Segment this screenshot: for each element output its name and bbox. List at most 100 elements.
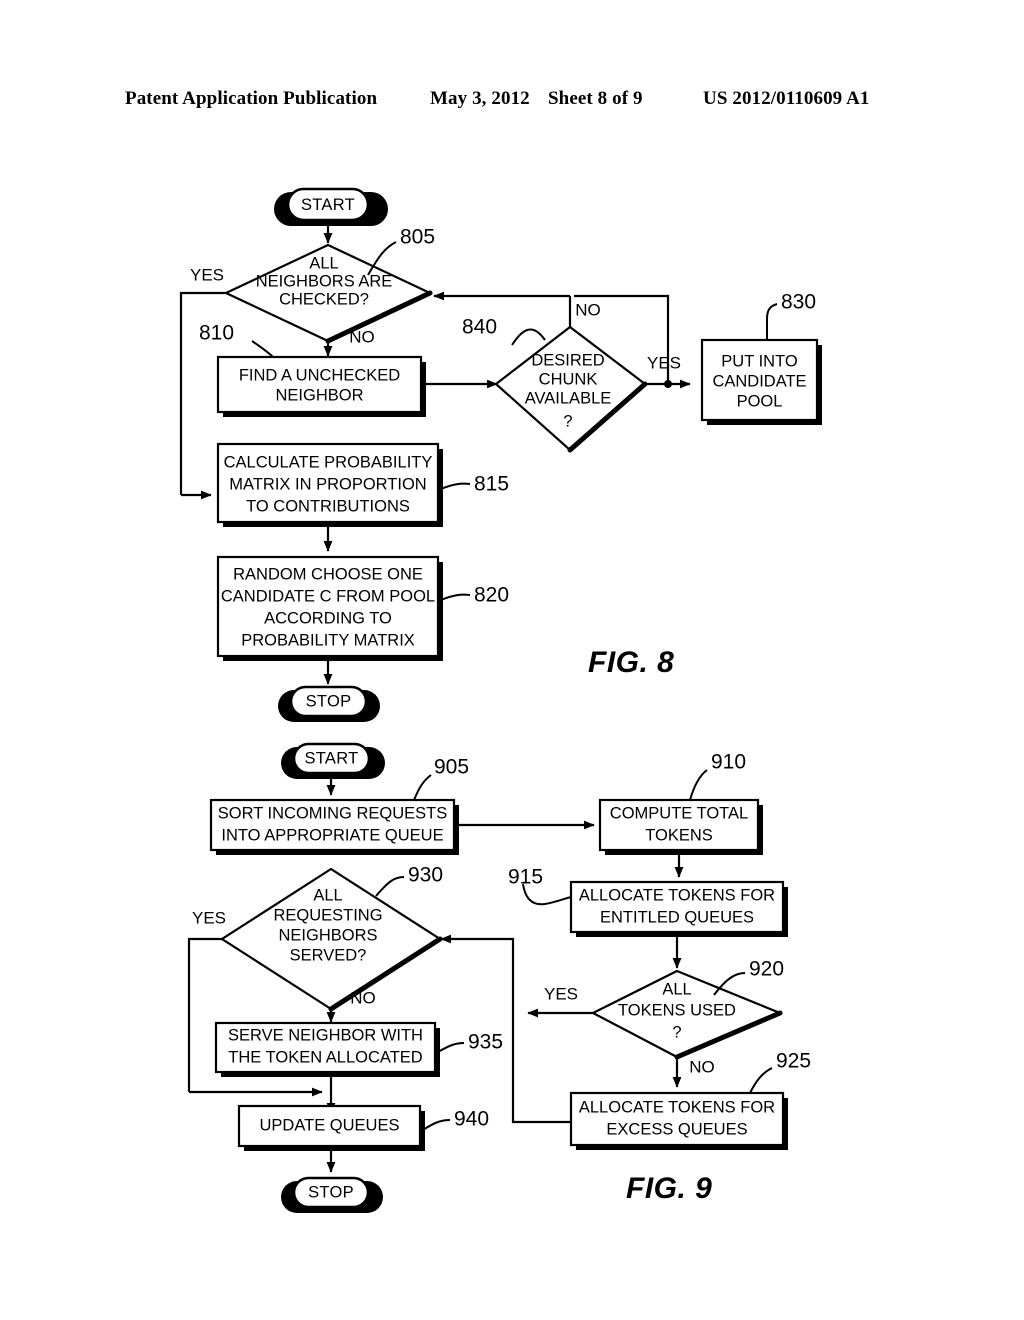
fig8-830-line2: CANDIDATE [712, 372, 806, 390]
fig8-805-line2: NEIGHBORS ARE [256, 272, 393, 290]
fig9-910-line1: COMPUTE TOTAL [610, 804, 748, 822]
fig8-process-815: CALCULATE PROBABILITY MATRIX IN PROPORTI… [216, 442, 443, 527]
fig8-ref-815: 815 [440, 473, 509, 496]
fig8-decision-840: DESIRED CHUNK AVAILABLE ? [494, 325, 648, 453]
fig8-start-terminator: START [274, 187, 388, 226]
fig9-process-915: ALLOCATE TOKENS FOR ENTITLED QUEUES [569, 880, 788, 937]
fig8-840-line4: ? [563, 412, 572, 430]
fig9-ref-910-text: 910 [711, 751, 746, 774]
fig9-process-940: UPDATE QUEUES [237, 1104, 425, 1151]
fig9-ref-940-text: 940 [454, 1108, 489, 1131]
fig8-process-810: FIND A UNCHECKED NEIGHBOR [216, 355, 426, 417]
patent-drawing-page: Patent Application Publication May 3, 20… [0, 0, 1024, 1320]
fig9-930-no-label: NO [350, 988, 376, 1007]
fig8-840-line3: AVAILABLE [525, 389, 612, 407]
fig9-930-line3: NEIGHBORS [278, 926, 377, 944]
fig8-ref-830-text: 830 [781, 291, 816, 314]
fig8-ref-805-text: 805 [400, 226, 435, 249]
fig8-830-line1: PUT INTO [721, 352, 798, 370]
fig9-935-line1: SERVE NEIGHBOR WITH [228, 1026, 423, 1044]
fig9-920-line1: ALL [662, 980, 691, 998]
fig8-ref-810: 810 [199, 322, 274, 358]
fig9-940-line1: UPDATE QUEUES [260, 1116, 400, 1134]
fig9-ref-920-text: 920 [749, 958, 784, 981]
fig8-805-yes-label: YES [190, 265, 224, 284]
fig8-830-line3: POOL [737, 392, 783, 410]
fig9-920-no-label: NO [689, 1057, 715, 1076]
fig8-decision-805: ALL NEIGHBORS ARE CHECKED? [223, 243, 433, 344]
fig8-stop-terminator: STOP [278, 685, 380, 722]
fig8-ref-830: 830 [766, 291, 816, 340]
fig8-805-line3: CHECKED? [279, 290, 369, 308]
fig9-process-925: ALLOCATE TOKENS FOR EXCESS QUEUES [569, 1091, 788, 1150]
fig9-process-935: SERVE NEIGHBOR WITH THE TOKEN ALLOCATED [214, 1021, 440, 1077]
fig9-930-line4: SERVED? [290, 946, 367, 964]
fig8-820-line4: PROBABILITY MATRIX [241, 631, 415, 649]
fig9-930-line2: REQUESTING [273, 906, 382, 924]
fig8-ref-810-text: 810 [199, 322, 234, 345]
fig9-ref-915: 915 [508, 866, 572, 906]
fig9-ref-930: 930 [375, 864, 443, 897]
fig8-840-no-label: NO [575, 300, 601, 319]
fig8-810-line1: FIND A UNCHECKED [239, 366, 400, 384]
fig9-caption: FIG. 9 [626, 1172, 712, 1205]
fig8-815-line3: TO CONTRIBUTIONS [246, 497, 410, 515]
fig8-840-line2: CHUNK [539, 370, 598, 388]
fig9-start-label: START [304, 749, 358, 767]
fig9-ref-905-text: 905 [434, 756, 469, 779]
fig8-process-830: PUT INTO CANDIDATE POOL [700, 338, 822, 425]
fig9-stop-terminator: STOP [281, 1176, 383, 1213]
figure-8: START ALL NEIGHBORS ARE CHECKED? YES NO … [179, 187, 822, 722]
fig9-925-line1: ALLOCATE TOKENS FOR [579, 1098, 775, 1116]
fig8-process-820: RANDOM CHOOSE ONE CANDIDATE C FROM POOL … [216, 555, 443, 661]
fig9-process-910: COMPUTE TOTAL TOKENS [598, 798, 763, 855]
fig9-conn-trunk-to-930 [440, 934, 515, 1013]
fig8-820-line1: RANDOM CHOOSE ONE [233, 565, 423, 583]
fig9-915-line2: ENTITLED QUEUES [600, 908, 754, 926]
fig9-ref-910: 910 [689, 751, 746, 801]
fig9-start-terminator: START [281, 742, 385, 779]
fig8-820-line3: ACCORDING TO [264, 609, 392, 627]
fig9-905-line1: SORT INCOMING REQUESTS [218, 804, 448, 822]
fig9-stop-label: STOP [308, 1183, 354, 1201]
fig9-ref-925-text: 925 [776, 1050, 811, 1073]
fig8-820-line2: CANDIDATE C FROM POOL [221, 587, 435, 605]
fig8-805-no-label: NO [349, 327, 375, 346]
fig9-ref-925: 925 [749, 1050, 811, 1094]
fig9-910-line2: TOKENS [645, 826, 713, 844]
fig9-930-line1: ALL [313, 886, 342, 904]
fig8-ref-840-text: 840 [462, 316, 497, 339]
fig8-810-line2: NEIGHBOR [275, 386, 363, 404]
fig9-930-yes-label: YES [192, 908, 226, 927]
fig9-ref-905: 905 [413, 756, 469, 801]
fig8-840-yes-label: YES [647, 353, 681, 372]
fig8-stop-label: STOP [306, 692, 352, 710]
fig9-920-line2: TOKENS USED [618, 1001, 736, 1019]
fig8-815-line2: MATRIX IN PROPORTION [229, 475, 426, 493]
flowchart-figures: START ALL NEIGHBORS ARE CHECKED? YES NO … [179, 187, 822, 1213]
fig9-ref-935: 935 [437, 1031, 503, 1054]
fig8-start-label: START [301, 196, 355, 214]
fig9-ref-930-text: 930 [408, 864, 443, 887]
fig8-ref-820: 820 [440, 584, 509, 607]
fig9-920-yes-label: YES [544, 984, 578, 1003]
fig8-ref-815-text: 815 [474, 473, 509, 496]
fig8-ref-840: 840 [462, 316, 546, 346]
fig9-process-905: SORT INCOMING REQUESTS INTO APPROPRIATE … [209, 798, 459, 855]
fig8-caption: FIG. 8 [588, 646, 674, 679]
fig8-ref-820-text: 820 [474, 584, 509, 607]
fig9-ref-935-text: 935 [468, 1031, 503, 1054]
fig9-decision-930: ALL REQUESTING NEIGHBORS SERVED? [219, 867, 443, 1012]
fig9-conn-925-to-trunk [511, 1013, 571, 1124]
fig9-920-line3: ? [672, 1023, 681, 1041]
fig9-915-line1: ALLOCATE TOKENS FOR [579, 886, 775, 904]
fig8-840-line1: DESIRED [531, 351, 604, 369]
fig9-ref-940: 940 [422, 1108, 489, 1131]
fig9-905-line2: INTO APPROPRIATE QUEUE [221, 826, 443, 844]
fig8-805-line1: ALL [309, 254, 338, 272]
fig9-925-line2: EXCESS QUEUES [606, 1120, 747, 1138]
fig9-935-line2: THE TOKEN ALLOCATED [228, 1048, 422, 1066]
fig9-ref-915-text: 915 [508, 866, 543, 889]
fig9-decision-920: ALL TOKENS USED ? [590, 969, 783, 1060]
fig8-815-line1: CALCULATE PROBABILITY [224, 453, 433, 471]
